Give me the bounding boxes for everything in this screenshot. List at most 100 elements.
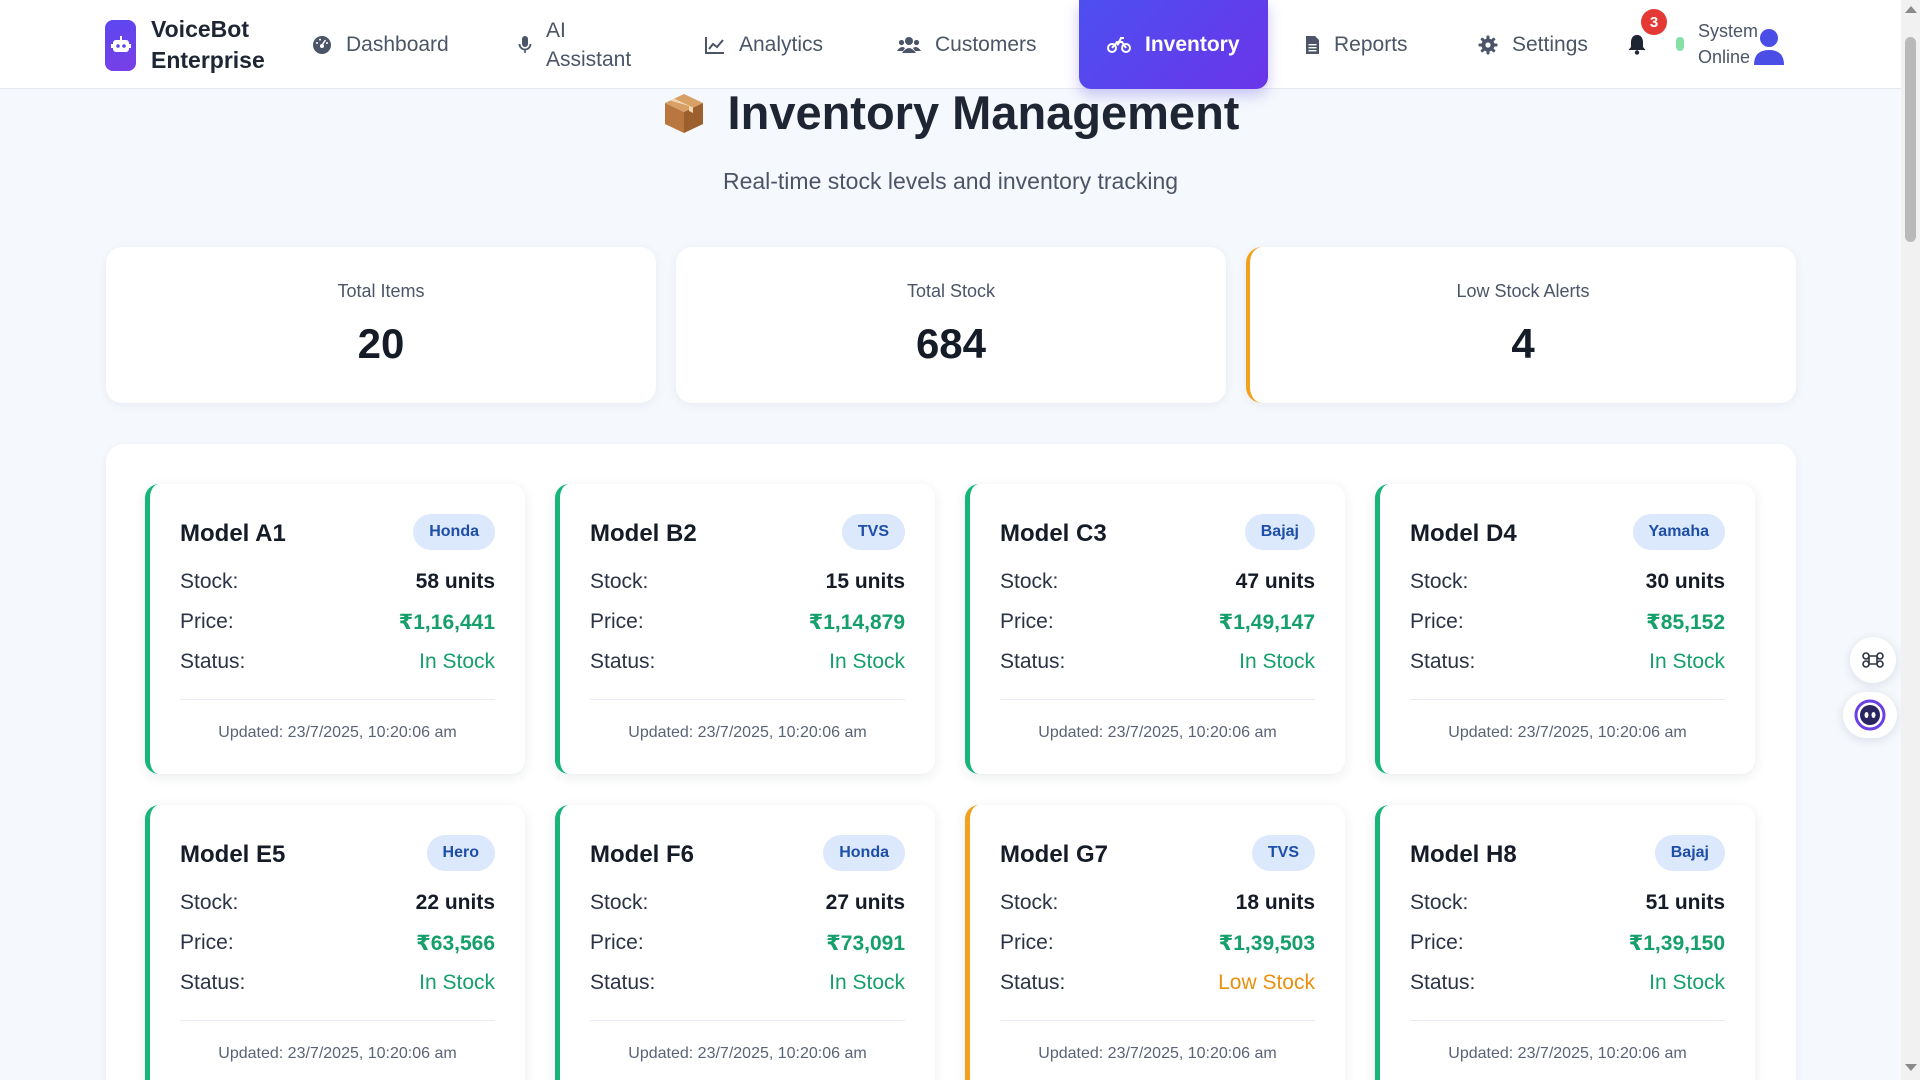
stock-value: 27 units	[825, 891, 905, 914]
stock-label: Stock:	[590, 891, 649, 914]
status-value: In Stock	[1239, 650, 1315, 673]
nav-item-dashboard[interactable]: Dashboard	[312, 0, 449, 89]
product-card[interactable]: Model H8 Bajaj Stock: 51 units Price: ₹1,39,1…	[1375, 805, 1755, 1080]
price-value: ₹1,16,441	[398, 611, 495, 634]
stock-value: 15 units	[825, 570, 905, 593]
stock-row: Stock: 15 units	[590, 570, 905, 594]
nav-label-inventory: Inventory	[1145, 33, 1240, 56]
brand-name-line1: VoiceBot	[151, 16, 249, 42]
stat-value: 684	[915, 320, 987, 367]
product-name: Model A1	[180, 520, 286, 547]
status-row: Status: In Stock	[1410, 650, 1725, 674]
status-label: Status:	[1000, 650, 1066, 673]
nav-label-dashboard: Dashboard	[346, 33, 449, 56]
product-card[interactable]: Model F6 Honda Stock: 27 units Price: ₹73,091…	[555, 805, 935, 1080]
nav-label-ai-assistant: AI Assistant	[546, 18, 632, 71]
stat-value: 20	[357, 320, 405, 367]
product-name: Model F6	[590, 841, 695, 868]
stock-value: 58 units	[415, 570, 495, 593]
nav-item-analytics[interactable]: Analytics	[705, 0, 823, 89]
price-label: Price:	[1000, 610, 1054, 633]
chatbot-face-icon	[1854, 699, 1886, 731]
stock-label: Stock:	[590, 570, 649, 593]
stock-label: Stock:	[1410, 570, 1469, 593]
stock-value: 47 units	[1235, 570, 1315, 593]
status-label: Status:	[1410, 971, 1476, 994]
nav-item-ai-assistant[interactable]: AI Assistant	[518, 0, 646, 89]
stat-card-total-stock: Total Stock 684	[676, 247, 1226, 403]
stat-label: Total Stock	[906, 281, 996, 301]
product-name: Model G7	[1000, 841, 1109, 868]
price-row: Price: ₹1,16,441	[180, 610, 495, 635]
product-name: Model B2	[590, 520, 697, 547]
stock-label: Stock:	[180, 570, 239, 593]
nav-label-settings: Settings	[1512, 33, 1588, 56]
scroll-down-arrow-icon[interactable]	[1905, 1064, 1917, 1071]
scroll-up-arrow-icon[interactable]	[1905, 6, 1917, 13]
price-row: Price: ₹1,14,879	[590, 610, 905, 635]
stat-value: 4	[1511, 320, 1535, 367]
command-shortcut-button[interactable]	[1850, 637, 1896, 683]
scrollbar-thumb[interactable]	[1905, 37, 1916, 242]
status-label: Status:	[590, 971, 656, 994]
product-card[interactable]: Model A1 Honda Stock: 58 units Price: ₹1,16,4…	[145, 484, 525, 774]
status-label: Status:	[1410, 650, 1476, 673]
product-card[interactable]: Model D4 Yamaha Stock: 30 units Price: ₹85,15…	[1375, 484, 1755, 774]
stat-label: Low Stock Alerts	[1456, 281, 1590, 301]
product-card[interactable]: Model G7 TVS Stock: 18 units Price: ₹1,39,503…	[965, 805, 1345, 1080]
stock-row: Stock: 27 units	[590, 891, 905, 915]
status-label: Status:	[1000, 971, 1066, 994]
stock-row: Stock: 22 units	[180, 891, 495, 915]
nav-item-customers[interactable]: Customers	[897, 0, 1037, 89]
brand-name-line2: Enterprise	[151, 47, 265, 73]
product-name: Model D4	[1410, 520, 1517, 547]
vertical-scrollbar[interactable]	[1901, 0, 1920, 1080]
card-divider	[1410, 1020, 1725, 1021]
status-value: In Stock	[1649, 650, 1725, 673]
assistant-widget-button[interactable]	[1843, 692, 1897, 738]
stock-row: Stock: 18 units	[1000, 891, 1315, 915]
status-row: Status: In Stock	[180, 971, 495, 995]
stock-row: Stock: 51 units	[1410, 891, 1725, 915]
updated-timestamp: Updated: 23/7/2025, 10:20:06 am	[1038, 724, 1277, 741]
line-chart-icon	[705, 36, 724, 54]
brand-badge: TVS	[841, 514, 905, 550]
status-label: Status:	[590, 650, 656, 673]
user-avatar-icon[interactable]	[1752, 28, 1786, 66]
price-label: Price:	[590, 610, 644, 633]
price-label: Price:	[590, 931, 644, 954]
page-header: Inventory Management Real-time stock lev…	[0, 85, 1901, 194]
nav-item-settings[interactable]: Settings	[1478, 0, 1588, 89]
product-card[interactable]: Model B2 TVS Stock: 15 units Price: ₹1,14,879…	[555, 484, 935, 774]
brand-badge: Bajaj	[1654, 835, 1725, 871]
status-row: Status: In Stock	[1410, 971, 1725, 995]
page-subtitle: Real-time stock levels and inventory tra…	[722, 168, 1179, 194]
status-value: In Stock	[829, 650, 905, 673]
price-label: Price:	[1000, 931, 1054, 954]
card-divider	[180, 1020, 495, 1021]
bell-icon[interactable]	[1626, 33, 1648, 55]
price-row: Price: ₹85,152	[1410, 610, 1725, 635]
status-value: Low Stock	[1218, 971, 1315, 994]
status-label: Status:	[180, 650, 246, 673]
status-row: Status: In Stock	[180, 650, 495, 674]
product-card[interactable]: Model E5 Hero Stock: 22 units Price: ₹63,566 S…	[145, 805, 525, 1080]
stat-label: Total Items	[337, 281, 425, 301]
card-divider	[590, 1020, 905, 1021]
price-value: ₹1,49,147	[1218, 611, 1315, 634]
status-value: In Stock	[1649, 971, 1725, 994]
nav-item-reports[interactable]: Reports	[1305, 0, 1408, 89]
product-card[interactable]: Model C3 Bajaj Stock: 47 units Price: ₹1,49,1…	[965, 484, 1345, 774]
stock-label: Stock:	[1000, 570, 1059, 593]
price-label: Price:	[1410, 610, 1464, 633]
price-value: ₹1,39,150	[1628, 932, 1725, 955]
stock-row: Stock: 58 units	[180, 570, 495, 594]
nav-label-analytics: Analytics	[739, 33, 824, 56]
nav-item-inventory[interactable]: Inventory	[1079, 0, 1268, 89]
nav-label-reports: Reports	[1334, 33, 1408, 56]
brand[interactable]: VoiceBot Enterprise	[105, 14, 265, 76]
notification-badge: 3	[1641, 9, 1667, 35]
package-icon	[664, 93, 703, 133]
status-row: Status: In Stock	[1000, 650, 1315, 674]
stock-row: Stock: 47 units	[1000, 570, 1315, 594]
